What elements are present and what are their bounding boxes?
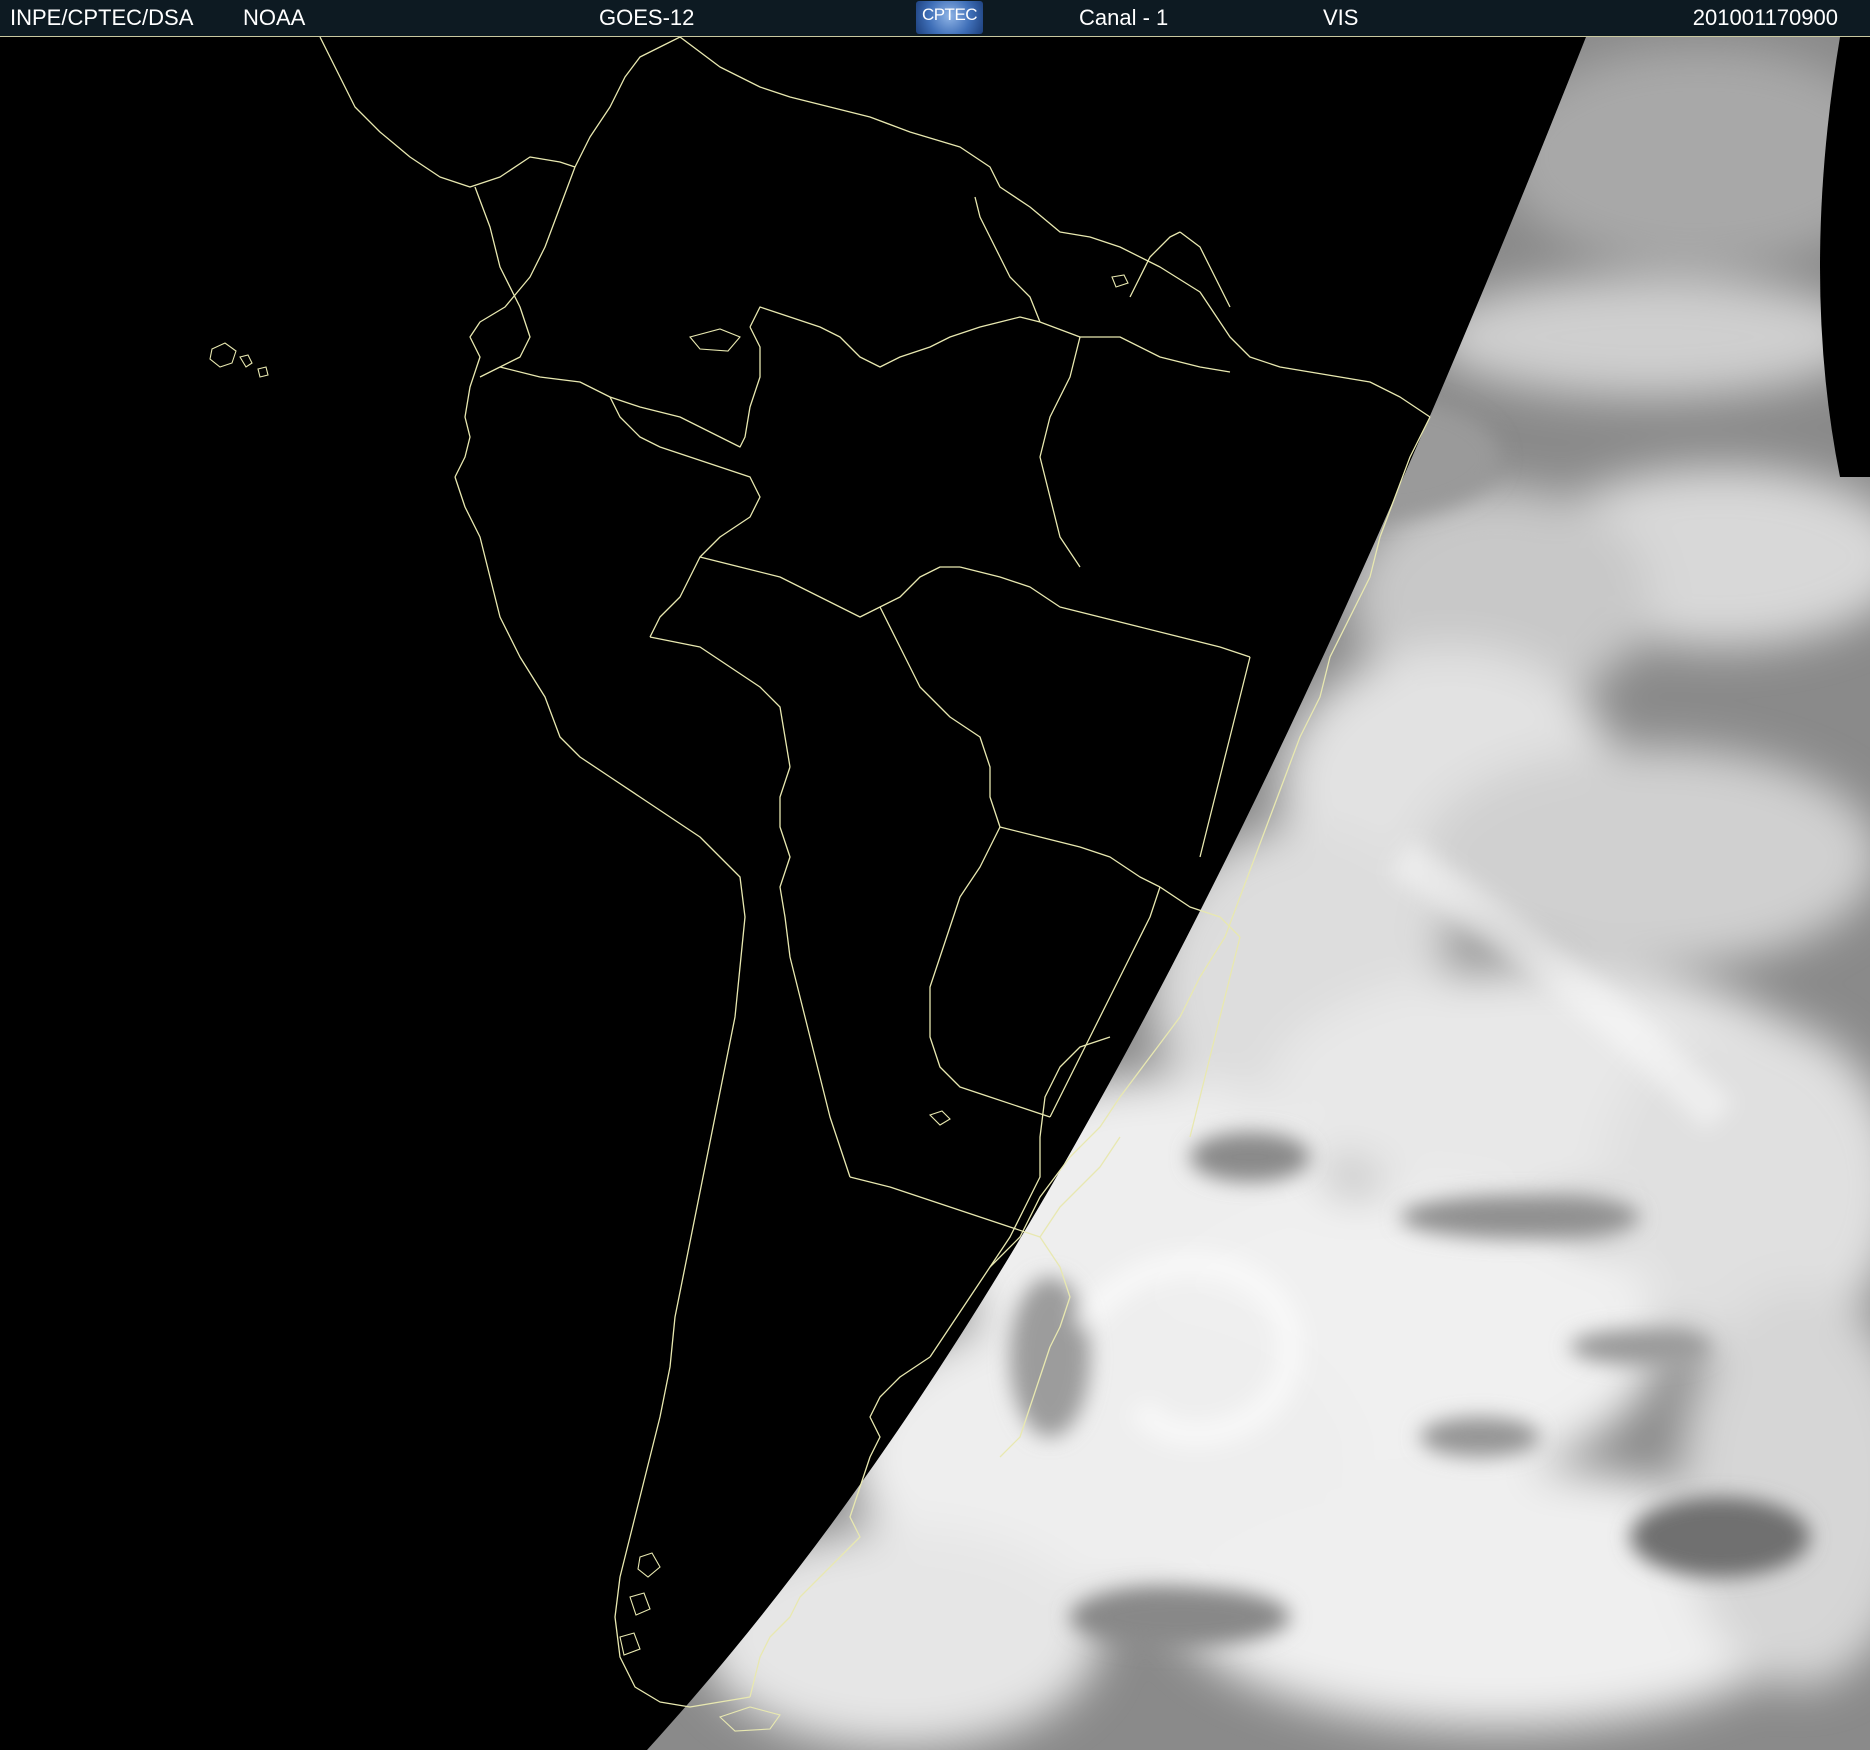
- header-satellite: GOES-12: [599, 5, 695, 30]
- header-timestamp: 201001170900: [1692, 5, 1838, 30]
- satellite-map: [0, 37, 1870, 1750]
- cptec-logo-text: CPTEC: [921, 5, 978, 24]
- image-header: INPE/CPTEC/DSA NOAA GOES-12 CPTEC Canal …: [0, 0, 1870, 37]
- satellite-map-svg: [0, 37, 1870, 1750]
- header-agency: NOAA: [243, 5, 306, 30]
- header-organization: INPE/CPTEC/DSA: [10, 5, 194, 30]
- header-channel: Canal - 1: [1079, 5, 1169, 30]
- header-band: VIS: [1323, 5, 1359, 30]
- cptec-logo: CPTEC: [916, 1, 983, 34]
